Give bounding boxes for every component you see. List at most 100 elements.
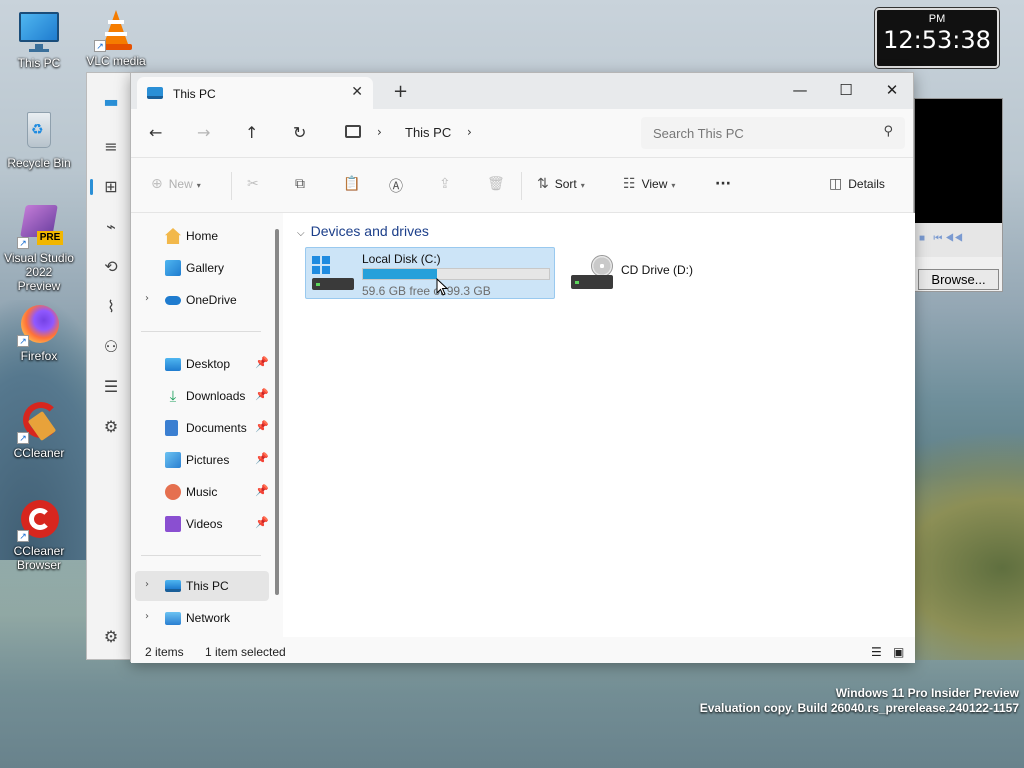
pin-icon[interactable]: 📌 (255, 420, 269, 433)
desktop-icon-label: This PC (17, 56, 61, 70)
tab-close-icon[interactable]: ✕ (351, 84, 363, 100)
desktop-icon-label: Visual Studio 2022 Preview (4, 251, 74, 293)
pin-icon[interactable]: 📌 (255, 516, 269, 529)
pin-icon[interactable]: 📌 (255, 356, 269, 369)
maximize-button[interactable]: ☐ (823, 77, 869, 105)
details-button[interactable]: ◫ Details (829, 176, 885, 192)
cut-button[interactable]: ✂ (247, 176, 259, 192)
shortcut-arrow-icon: ↗ (94, 40, 106, 52)
documents-icon (165, 420, 178, 436)
address-bar[interactable]: › This PC › (333, 117, 627, 149)
search-placeholder: Search This PC (653, 126, 744, 141)
desktop-icon-ccleaner[interactable]: ↗ CCleaner (3, 400, 75, 460)
nav-item-videos[interactable]: Videos 📌 (135, 509, 269, 539)
nav-item-documents[interactable]: Documents 📌 (135, 413, 269, 443)
this-pc-icon (165, 580, 181, 592)
rename-button[interactable]: Ⓐ (389, 176, 403, 196)
copy-button[interactable]: ⧉ (295, 176, 305, 192)
drive-item-c[interactable]: Local Disk (C:) 59.6 GB free of 99.3 GB (305, 247, 555, 299)
nav-item-label: OneDrive (186, 293, 237, 307)
back-button[interactable]: ← (149, 123, 162, 142)
nav-item-downloads[interactable]: ⤓ Downloads 📌 (135, 381, 269, 411)
shortcut-arrow-icon: ↗ (17, 335, 29, 347)
browse-button[interactable]: Browse... (918, 269, 999, 290)
new-label: New (168, 177, 193, 191)
view-label: View (641, 177, 668, 191)
paste-button[interactable]: 📋 (343, 176, 360, 192)
videos-icon (165, 516, 181, 532)
vlc-window-fragment: ■ ⏮ ◀◀ Browse... (914, 98, 1003, 292)
title-bar: This PC ✕ + — ☐ ✕ (131, 73, 913, 109)
breadcrumb-this-pc[interactable]: This PC (405, 125, 451, 140)
services-icon[interactable]: ⚙ (100, 416, 122, 438)
desktop-icon-this-pc[interactable]: This PC (3, 10, 75, 70)
chevron-right-icon[interactable]: › (145, 611, 149, 622)
visual-studio-icon: PRE ↗ (17, 205, 63, 249)
nav-item-gallery[interactable]: Gallery (135, 253, 269, 283)
chevron-right-icon[interactable]: › (145, 293, 149, 304)
minimize-button[interactable]: — (777, 77, 823, 105)
desktop-icon-vlc[interactable]: ↗ VLC media (80, 8, 152, 68)
prev-icon[interactable]: ⏮ (933, 233, 942, 244)
details-view-icon[interactable]: ☰ (871, 645, 882, 659)
up-button[interactable]: ↑ (245, 123, 258, 142)
active-indicator (90, 179, 93, 195)
computer-icon (345, 125, 361, 138)
chevron-right-icon[interactable]: › (145, 579, 149, 590)
more-options-button[interactable]: ··· (715, 176, 731, 192)
shortcut-arrow-icon: ↗ (17, 530, 29, 542)
rewind-icon[interactable]: ◀◀ (945, 233, 963, 244)
stop-icon[interactable]: ■ (919, 233, 925, 244)
tab-this-pc[interactable]: This PC ✕ (137, 77, 373, 109)
nav-item-desktop[interactable]: Desktop 📌 (135, 349, 269, 379)
refresh-button[interactable]: ↻ (293, 123, 306, 142)
desktop-icon-recycle-bin[interactable]: ♻ Recycle Bin (3, 110, 75, 170)
desktop-icon-firefox[interactable]: ↗ Firefox (3, 303, 75, 363)
cd-drive-icon (571, 255, 615, 289)
pin-icon[interactable]: 📌 (255, 452, 269, 465)
nav-item-this-pc[interactable]: › This PC (135, 571, 269, 601)
desktop-icon-label: CCleaner (13, 446, 65, 460)
pin-icon[interactable]: 📌 (255, 484, 269, 497)
home-icon (165, 228, 181, 244)
new-tab-button[interactable]: + (393, 81, 408, 102)
performance-icon[interactable]: ⌁ (100, 216, 122, 238)
forward-button[interactable]: → (197, 123, 210, 142)
startup-icon[interactable]: ⌇ (100, 296, 122, 318)
mouse-cursor-icon (436, 278, 448, 296)
nav-scrollbar[interactable] (275, 229, 279, 595)
users-icon[interactable]: ⚇ (100, 336, 122, 358)
chevron-right-icon[interactable]: › (467, 125, 472, 139)
drive-name: Local Disk (C:) (362, 252, 441, 266)
hamburger-menu-icon[interactable]: ≡ (100, 136, 122, 158)
desktop-icon-ccleaner-browser[interactable]: ↗ CCleaner Browser (3, 498, 75, 572)
new-button[interactable]: ⊕ New ▾ (151, 176, 201, 192)
nav-item-music[interactable]: Music 📌 (135, 477, 269, 507)
drive-item-d[interactable]: CD Drive (D:) (565, 247, 765, 299)
photo-icon[interactable]: ▬ (100, 91, 122, 113)
monitor-icon (17, 10, 61, 54)
history-icon[interactable]: ⟲ (100, 256, 122, 278)
nav-item-onedrive[interactable]: › OneDrive (135, 285, 269, 315)
sort-button[interactable]: ⇅ Sort ▾ (537, 176, 585, 192)
file-explorer-window: This PC ✕ + — ☐ ✕ ← → ↑ ↻ › This PC › Se… (130, 72, 915, 663)
delete-button[interactable]: 🗑 (487, 176, 505, 192)
details-list-icon[interactable]: ☰ (100, 376, 122, 398)
navigation-bar: ← → ↑ ↻ › This PC › Search This PC ⚲ (131, 109, 913, 157)
desktop-icon-visual-studio[interactable]: PRE ↗ Visual Studio 2022 Preview (3, 205, 75, 293)
search-input[interactable]: Search This PC ⚲ (641, 117, 905, 149)
nav-item-home[interactable]: Home (135, 221, 269, 251)
nav-item-network[interactable]: › Network (135, 603, 269, 633)
pin-icon[interactable]: 📌 (255, 388, 269, 401)
view-button[interactable]: ☷ View ▾ (623, 176, 675, 192)
chevron-right-icon[interactable]: › (377, 125, 382, 139)
group-header-devices[interactable]: ⌵ Devices and drives (297, 223, 429, 239)
tiles-view-icon[interactable]: ▣ (893, 645, 904, 659)
nav-item-pictures[interactable]: Pictures 📌 (135, 445, 269, 475)
settings-gear-icon[interactable]: ⚙ (100, 626, 122, 648)
ccleaner-icon: ↗ (17, 400, 61, 444)
share-button[interactable]: ⇪ (439, 176, 451, 192)
close-button[interactable]: ✕ (869, 77, 915, 105)
apps-icon[interactable]: ⊞ (100, 176, 122, 198)
sort-icon: ⇅ (537, 176, 549, 192)
